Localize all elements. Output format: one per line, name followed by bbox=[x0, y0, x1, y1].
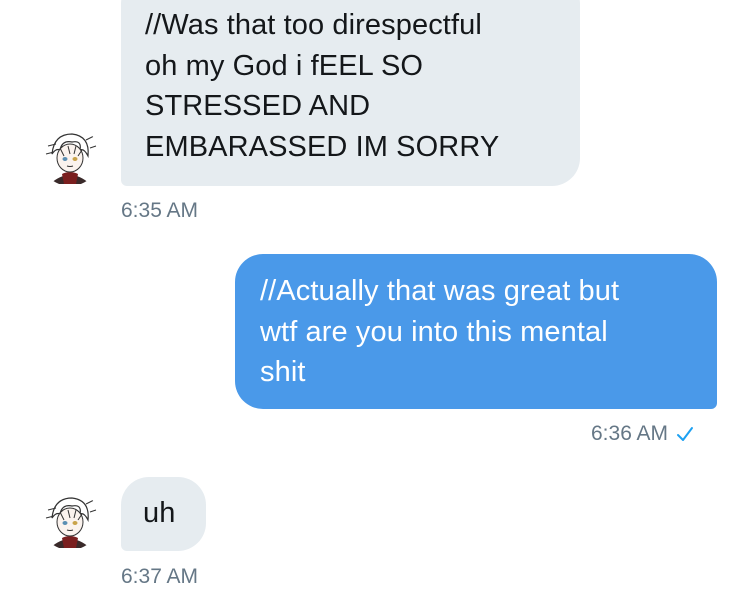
checkmark-icon bbox=[677, 427, 694, 441]
anime-character-avatar-icon bbox=[40, 490, 100, 550]
message-timestamp: 6:37 AM bbox=[121, 565, 199, 588]
message-timestamp: 6:35 AM bbox=[121, 199, 199, 222]
message-timestamp: 6:36 AM bbox=[591, 422, 669, 445]
message-bubble-incoming[interactable]: //Was that too direspectful oh my God i … bbox=[121, 0, 580, 186]
message-bubble-outgoing[interactable]: //Actually that was great but wtf are yo… bbox=[235, 254, 717, 409]
anime-character-avatar-icon bbox=[40, 126, 100, 186]
sender-avatar[interactable] bbox=[40, 126, 100, 186]
sender-avatar[interactable] bbox=[40, 490, 100, 550]
message-timestamp-row: 6:36 AM bbox=[591, 422, 694, 446]
message-bubble-incoming[interactable]: uh bbox=[121, 477, 206, 551]
